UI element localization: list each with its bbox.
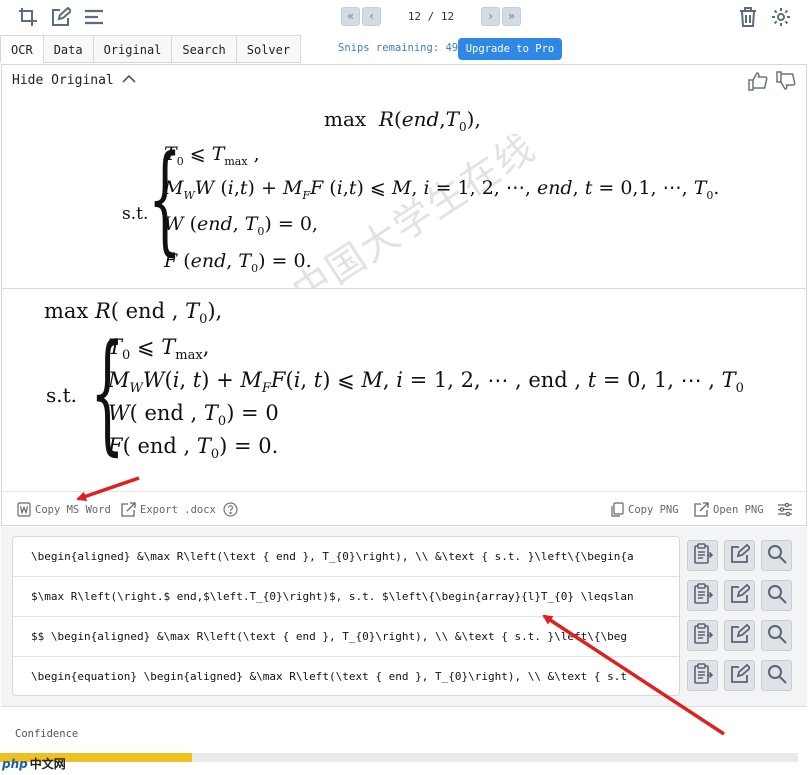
menu-icon[interactable]	[83, 6, 105, 28]
site-logo: php 中文网	[2, 755, 66, 772]
rendered-line-2: MWW(i, t) + MFF(i, t) ⩽ M, i = 1, 2, ⋯ ,…	[108, 368, 744, 397]
logo-mark: php	[2, 756, 28, 771]
action-bar: Copy MS Word Export .docx Copy PNG Open …	[2, 491, 806, 525]
settings-icon[interactable]	[770, 6, 792, 28]
search-icon	[767, 544, 787, 568]
search-result-button[interactable]	[761, 620, 792, 651]
edit-icon	[730, 543, 751, 568]
edit-icon[interactable]	[50, 6, 72, 28]
search-result-button[interactable]	[761, 540, 792, 571]
edit-result-button[interactable]	[724, 660, 755, 691]
word-icon	[17, 502, 31, 517]
clipboard-icon	[693, 662, 713, 689]
crop-screen-icon[interactable]	[17, 6, 39, 28]
thumbs-up-icon[interactable]	[748, 71, 768, 95]
clipboard-icon	[693, 622, 713, 649]
tab-solver[interactable]: Solver	[235, 35, 302, 63]
edit-result-button[interactable]	[724, 580, 755, 611]
original-image: 中国大学生在线 max R(end,T0), s.t. { T0 ⩽ Tmax …	[2, 99, 806, 289]
copy-icon	[610, 502, 624, 517]
sliders-icon[interactable]	[777, 502, 793, 517]
rendered-line-4: F( end , T0) = 0.	[108, 434, 279, 463]
tab-search[interactable]: Search	[171, 35, 236, 63]
latex-result-row[interactable]: $\max R\left(\right.$ end,$\left.T_{0}\r…	[13, 577, 679, 617]
feedback-icons	[748, 71, 796, 95]
export-docx-button[interactable]: Export .docx	[121, 502, 216, 517]
prev-page-icon[interactable]: ‹	[362, 7, 381, 26]
snips-remaining: Snips remaining: 49	[338, 42, 459, 54]
orig-line-4: F (end, T0) = 0.	[164, 250, 312, 275]
confidence-label: Confidence	[15, 728, 79, 740]
tab-data[interactable]: Data	[42, 35, 93, 63]
trash-icon[interactable]	[737, 6, 759, 28]
copy-result-button[interactable]	[687, 540, 718, 571]
latex-result-row[interactable]: \begin{aligned} &\max R\left(\text { end…	[13, 537, 679, 577]
edit-result-button[interactable]	[724, 540, 755, 571]
page-indicator: 12 / 12	[407, 10, 455, 23]
watermark: 中国大学生在线	[284, 124, 544, 289]
orig-line-1: T0 ⩽ Tmax ,	[164, 143, 260, 168]
search-icon	[767, 624, 787, 648]
copy-png-button[interactable]: Copy PNG	[610, 502, 679, 517]
result-row-buttons	[687, 580, 792, 611]
upgrade-button[interactable]: Upgrade to Pro	[458, 38, 562, 60]
latex-result-row[interactable]: \begin{equation} \begin{aligned} &\max R…	[13, 657, 679, 695]
latex-result-row[interactable]: $$ \begin{aligned} &\max R\left(\text { …	[13, 617, 679, 657]
open-png-button[interactable]: Open PNG	[694, 502, 764, 517]
next-page-icon[interactable]: ›	[481, 7, 500, 26]
rendered-line-1: T0 ⩽ Tmax,	[108, 335, 210, 364]
open-png-label: Open PNG	[713, 503, 764, 516]
copy-result-button[interactable]	[687, 580, 718, 611]
thumbs-down-icon[interactable]	[776, 71, 796, 95]
tab-bar: OCR Data Original Search Solver	[0, 35, 302, 63]
edit-icon	[730, 583, 751, 608]
help-icon[interactable]	[223, 502, 238, 517]
clipboard-icon	[693, 542, 713, 569]
result-row-buttons	[687, 660, 792, 691]
logo-text: 中文网	[29, 757, 66, 771]
tab-original[interactable]: Original	[92, 35, 172, 63]
hide-original-label: Hide Original	[12, 73, 114, 88]
first-page-icon[interactable]: «	[341, 7, 360, 26]
copy-ms-word-label: Copy MS Word	[35, 503, 111, 516]
orig-objective: max R(end,T0),	[324, 107, 481, 134]
orig-st-label: s.t.	[122, 204, 149, 224]
clipboard-icon	[693, 582, 713, 609]
edit-result-button[interactable]	[724, 620, 755, 651]
search-icon	[767, 664, 787, 688]
copy-result-button[interactable]	[687, 660, 718, 691]
orig-line-3: W (end, T0) = 0,	[164, 213, 318, 238]
rendered-objective: max R( end , T0),	[44, 299, 223, 328]
pager: « ‹ 12 / 12 › »	[341, 7, 521, 26]
open-external-icon	[694, 502, 709, 517]
chevron-up-icon	[122, 73, 136, 88]
top-toolbar: « ‹ 12 / 12 › »	[0, 0, 810, 34]
edit-icon	[730, 623, 751, 648]
ocr-panel: Hide Original 中国大学生在线 max R(end,T0), s.t…	[1, 64, 807, 526]
export-icon	[121, 502, 136, 517]
search-result-button[interactable]	[761, 660, 792, 691]
latex-results-list: \begin{aligned} &\max R\left(\text { end…	[12, 536, 680, 696]
edit-icon	[730, 663, 751, 688]
orig-line-2: MWW (i,t) + MFF (i,t) ⩽ M, i = 1, 2, ⋯, …	[164, 177, 720, 202]
copy-ms-word-button[interactable]: Copy MS Word	[17, 502, 111, 517]
rendered-line-3: W( end , T0) = 0	[108, 401, 279, 430]
search-result-button[interactable]	[761, 580, 792, 611]
hide-original-toggle[interactable]: Hide Original	[12, 73, 136, 88]
result-row-buttons	[687, 540, 792, 571]
last-page-icon[interactable]: »	[502, 7, 521, 26]
search-icon	[767, 584, 787, 608]
confidence-bar	[0, 753, 798, 762]
copy-result-button[interactable]	[687, 620, 718, 651]
tab-ocr[interactable]: OCR	[0, 35, 43, 63]
rendered-math: max R( end , T0), s.t. { T0 ⩽ Tmax, MWW(…	[2, 291, 806, 491]
export-docx-label: Export .docx	[140, 503, 216, 516]
rendered-st-label: s.t.	[46, 383, 78, 407]
result-row-buttons	[687, 620, 792, 651]
copy-png-label: Copy PNG	[628, 503, 679, 516]
